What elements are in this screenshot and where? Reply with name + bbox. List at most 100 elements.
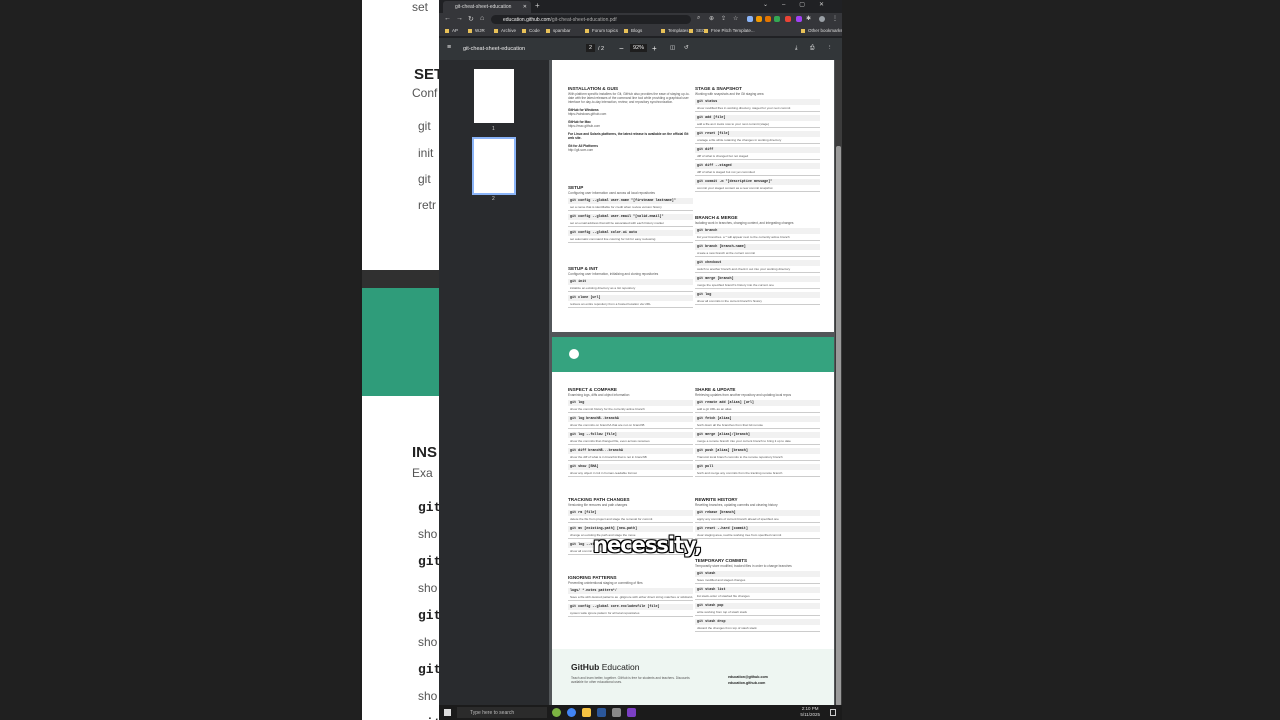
zoom-level[interactable]: 92%	[630, 44, 648, 52]
page-thumbnail-1[interactable]	[474, 69, 514, 123]
extension-icon[interactable]	[774, 16, 780, 22]
command-description: write working from top of stash stack	[695, 609, 820, 616]
windows-start-icon[interactable]	[444, 709, 451, 716]
command-description: apply any commits of current branch ahea…	[695, 516, 820, 523]
pdf-title: git-cheat-sheet-education	[463, 46, 526, 52]
back-icon[interactable]: ←	[444, 15, 451, 22]
scrollbar-thumb[interactable]	[836, 146, 841, 706]
bookmark-item[interactable]: Other bookmarks	[801, 28, 842, 33]
menu-dots-icon[interactable]: ⋮	[832, 15, 838, 22]
folder-icon	[661, 28, 665, 33]
footer-site[interactable]: education.github.com	[728, 681, 765, 685]
url-field[interactable]: education.github.com/git-cheat-sheet-edu…	[491, 15, 691, 24]
command-description: diff of what is changed but not staged	[695, 153, 820, 160]
tab-close-icon[interactable]: ✕	[523, 4, 527, 10]
home-icon[interactable]: ⌂	[480, 15, 484, 22]
address-bar-row: ← → ↻ ⌂ education.github.com/git-cheat-s…	[439, 13, 842, 26]
download-icon[interactable]: ⤓	[795, 45, 797, 52]
tab-active[interactable]: git-cheat-sheet-education ✕	[443, 1, 531, 13]
background-fragment: git	[418, 608, 442, 623]
share-icon[interactable]: ⇪	[721, 15, 726, 22]
bookmark-item[interactable]: Forum topics	[585, 28, 618, 33]
hamburger-icon[interactable]: ≡	[447, 44, 451, 51]
taskbar-clock[interactable]: 2:10 PM 5/11/2025	[800, 706, 820, 718]
background-fragment: git	[418, 716, 441, 720]
github-logo-icon	[569, 349, 579, 359]
bookmark-item[interactable]: spambar	[546, 28, 571, 33]
fit-page-icon[interactable]: ◫	[670, 45, 675, 51]
extension-icon[interactable]	[796, 16, 802, 22]
background-fragment: Conf	[412, 86, 438, 100]
chrome-icon[interactable]	[567, 708, 576, 717]
zoom-in-button[interactable]: +	[652, 44, 657, 53]
folder-icon	[445, 28, 449, 33]
bookmark-item[interactable]: Free Pitch Template...	[704, 28, 755, 33]
notifications-icon[interactable]	[830, 709, 836, 716]
bookmarks-bar: AP WJR Archive Code spambar Forum topics Blogs…	[439, 26, 842, 37]
app-icon[interactable]	[627, 708, 636, 717]
print-icon[interactable]: ⎙	[810, 45, 814, 52]
page-thumbnail-2[interactable]	[472, 137, 516, 195]
reload-icon[interactable]: ↻	[468, 15, 474, 23]
bookmark-label: Free Pitch Template...	[711, 28, 755, 33]
settings-icon[interactable]	[612, 708, 621, 717]
more-options-icon[interactable]: ⋮	[827, 45, 833, 51]
command-description: show modified files in working directory…	[695, 105, 820, 112]
taskbar-search[interactable]: Type here to search	[457, 707, 547, 718]
extension-icon[interactable]	[747, 16, 753, 22]
background-fragment: git	[418, 119, 431, 133]
bookmark-item[interactable]: AP	[445, 28, 458, 33]
folder-icon	[522, 28, 526, 33]
command-description: show the commits on branchA that are not…	[568, 422, 693, 429]
section-heading: SHARE & UPDATE	[695, 387, 736, 392]
platform-link[interactable]: http://git-scm.com	[568, 148, 693, 152]
page-number-input[interactable]: 2	[586, 44, 596, 52]
zoom-icon[interactable]: ⊕	[709, 15, 714, 22]
cheatsheet-section: SHARE & UPDATE Retrieving updates from an…	[695, 387, 820, 477]
extension-icon[interactable]	[765, 16, 771, 22]
rotate-icon[interactable]: ↺	[684, 45, 689, 51]
background-fragment: git	[418, 500, 442, 515]
profile-avatar[interactable]	[819, 16, 825, 22]
pdf-toolbar: ≡ git-cheat-sheet-education 2 / 2 − 92% …	[439, 38, 842, 60]
star-icon[interactable]: ☆	[733, 15, 738, 22]
section-heading: SETUP & INIT	[568, 266, 598, 271]
command-description: retrieve an entire repository from a hos…	[568, 301, 693, 308]
folder-icon[interactable]	[582, 708, 591, 717]
section-description: Temporarily store modified, tracked file…	[695, 564, 792, 568]
section-heading: STAGE & SNAPSHOT	[695, 86, 742, 91]
video-caption: necessity,	[593, 533, 702, 557]
bookmark-item[interactable]: WJR	[468, 28, 485, 33]
bookmark-item[interactable]: Archive	[494, 28, 516, 33]
footer-email[interactable]: education@github.com	[728, 675, 768, 679]
search-icon[interactable]: ⌕	[697, 15, 700, 22]
background-fragment: sho	[418, 527, 438, 541]
bookmark-item[interactable]: Templates	[661, 28, 689, 33]
command-description: discard the changes from top of stash st…	[695, 625, 820, 632]
background-fragment: git	[418, 172, 431, 186]
extension-icon[interactable]	[756, 16, 762, 22]
platform-link[interactable]: https://mac.github.com	[568, 124, 693, 128]
command-description: fetch down all the branches from that Gi…	[695, 422, 820, 429]
folder-icon	[494, 28, 498, 33]
extension-icon[interactable]	[785, 16, 791, 22]
folder-icon	[624, 28, 628, 33]
platform-link[interactable]: https://windows.github.com	[568, 112, 693, 116]
background-fragment: sho	[418, 689, 438, 703]
word-icon[interactable]	[597, 708, 606, 717]
puzzle-icon[interactable]: ✱	[806, 15, 811, 22]
section-description: With platform specific installers for Gi…	[568, 92, 690, 104]
bookmark-item[interactable]: Blogs	[624, 28, 642, 33]
forward-icon[interactable]: →	[456, 15, 463, 22]
zoom-out-button[interactable]: −	[619, 44, 624, 53]
window-controls[interactable]: ⌄–▢✕	[763, 1, 838, 8]
tab-bar: git-cheat-sheet-education ✕ + ⌄–▢✕	[439, 0, 842, 13]
section-heading: INSTALLATION & GUIS	[568, 86, 619, 91]
bookmark-item[interactable]: Code	[522, 28, 540, 33]
app-icon[interactable]	[552, 708, 561, 717]
thumbnail-number: 1	[492, 126, 495, 132]
command-description: Save modified and staged changes	[695, 577, 820, 584]
new-tab-button[interactable]: +	[535, 1, 540, 10]
browser-window: git-cheat-sheet-education ✕ + ⌄–▢✕ ← → ↻ …	[439, 0, 842, 720]
command-description: set automatic command line coloring for …	[568, 236, 693, 243]
